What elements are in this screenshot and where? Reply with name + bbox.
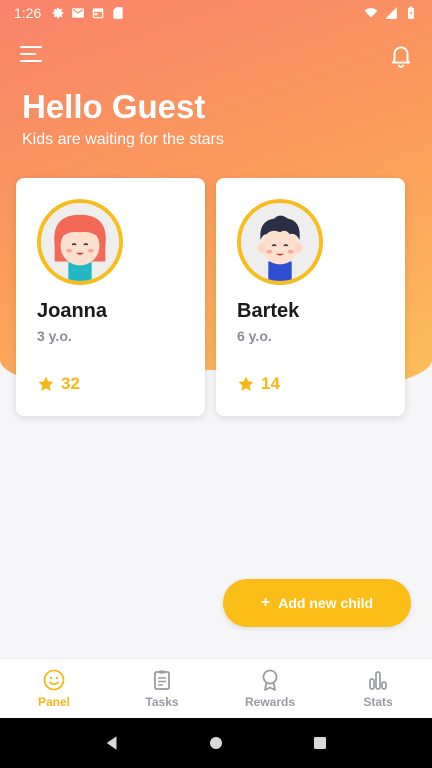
child-age: 3 y.o.	[37, 328, 72, 344]
bottom-nav: Panel Tasks Rewards Stats	[0, 658, 432, 718]
nav-rewards-label: Rewards	[244, 695, 296, 709]
system-nav-bar	[0, 718, 432, 768]
status-time: 1:26	[14, 5, 42, 21]
add-child-button[interactable]: + Add new child	[223, 579, 411, 627]
boy-avatar-icon	[241, 203, 319, 281]
status-bar: 1:26	[0, 0, 432, 26]
bars-icon	[369, 671, 387, 690]
star-count-value: 32	[61, 374, 80, 393]
plus-icon: +	[260, 594, 271, 611]
gmail-icon	[72, 8, 85, 18]
nav-tasks[interactable]: Tasks	[108, 659, 216, 718]
child-name: Bartek	[237, 300, 300, 322]
home-icon[interactable]	[206, 733, 226, 753]
star-icon	[38, 376, 54, 391]
child-age: 6 y.o.	[237, 328, 272, 344]
child-name: Joanna	[37, 300, 108, 322]
add-child-label: Add new child	[278, 595, 374, 611]
page-subtitle: Kids are waiting for the stars	[22, 131, 224, 148]
smiley-icon	[43, 669, 65, 691]
nav-panel-label: Panel	[37, 695, 70, 709]
calendar-icon	[93, 8, 104, 19]
recents-icon[interactable]	[310, 733, 330, 753]
child-card-bartek[interactable]: Bartek 6 y.o. 14	[216, 178, 405, 416]
star-icon	[238, 376, 254, 391]
back-icon[interactable]	[102, 733, 122, 753]
wifi-icon	[364, 8, 378, 18]
nav-panel[interactable]: Panel	[0, 659, 108, 718]
gear-icon	[53, 7, 64, 19]
clipboard-icon	[154, 670, 170, 690]
nav-stats[interactable]: Stats	[324, 659, 432, 718]
bell-icon[interactable]	[388, 42, 414, 68]
medal-icon	[262, 669, 278, 691]
star-count: 32	[37, 374, 80, 394]
avatar	[37, 199, 123, 285]
menu-icon[interactable]	[20, 44, 42, 64]
girl-avatar-icon	[41, 203, 119, 281]
nav-stats-label: Stats	[363, 695, 393, 709]
nav-tasks-label: Tasks	[145, 695, 179, 709]
child-card-joanna[interactable]: Joanna 3 y.o. 32	[16, 178, 205, 416]
nav-rewards[interactable]: Rewards	[216, 659, 324, 718]
battery-icon	[408, 6, 414, 19]
star-count: 14	[237, 374, 280, 394]
sd-card-icon	[113, 7, 123, 19]
page-title: Hello Guest	[22, 88, 206, 125]
avatar	[237, 199, 323, 285]
signal-icon	[385, 7, 397, 19]
star-count-value: 14	[261, 374, 280, 393]
